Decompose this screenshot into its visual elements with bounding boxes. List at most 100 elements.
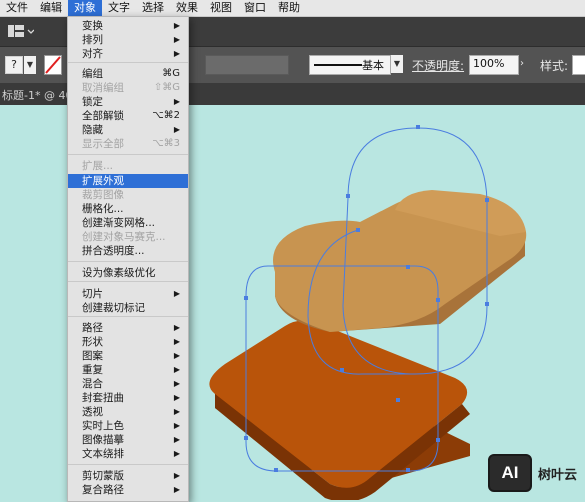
menu-window[interactable]: 窗口 [238,0,272,16]
menu-item-label: 隐藏 [82,124,103,136]
menu-item-repeat[interactable]: 重复 ▶ [68,363,188,377]
submenu-arrow-icon: ▶ [173,21,180,30]
menu-item-unlock-all[interactable]: 全部解锁 ⌥⌘2 [68,109,188,123]
menu-separator [68,261,188,262]
menu-item-create-gradient-mesh[interactable]: 创建渐变网格... [68,216,188,230]
style-label: 样式: [540,59,569,73]
menu-item-clipping-mask[interactable]: 剪切蒙版 ▶ [68,469,188,483]
menu-item-label: 锁定 [82,96,103,108]
menu-item-arrange[interactable]: 排列 ▶ [68,33,188,47]
submenu-arrow-icon: ▶ [173,379,180,388]
submenu-arrow-icon: ▶ [173,485,180,494]
menu-item-align[interactable]: 对齐 ▶ [68,47,188,61]
menu-select[interactable]: 选择 [136,0,170,16]
menu-separator [68,281,188,282]
menu-item-label: 扩展外观 [82,175,124,187]
menu-item-create-trim-marks[interactable]: 创建裁切标记 [68,301,188,315]
menu-item-rasterize[interactable]: 栅格化... [68,202,188,216]
menu-item-slice[interactable]: 切片 ▶ [68,287,188,301]
submenu-arrow-icon: ▶ [173,35,180,44]
menu-item-shortcut: ⌘G [162,68,180,79]
menu-item-shortcut: ⇧⌘G [153,82,180,93]
menu-item-hide[interactable]: 隐藏 ▶ [68,123,188,137]
submenu-arrow-icon: ▶ [173,337,180,346]
menu-type[interactable]: 文字 [102,0,136,16]
menu-item-label: 排列 [82,34,103,46]
menu-item-label: 全部解锁 [82,110,124,122]
menu-item-expand-appearance[interactable]: 扩展外观 [68,174,188,188]
submenu-arrow-icon: ▶ [173,323,180,332]
style-swatch[interactable] [572,55,585,75]
ai-logo-icon: AI [487,454,532,492]
workspace-switcher-icon[interactable] [8,25,35,37]
menu-item-path[interactable]: 路径 ▶ [68,321,188,335]
menu-item-label: 创建对象马赛克... [82,231,166,243]
orange-base-slab [209,320,470,500]
menu-item-label: 图像描摹 [82,434,124,446]
watermark: AI 树叶云 [487,454,577,492]
menu-item-envelope-distort[interactable]: 封套扭曲 ▶ [68,391,188,405]
stroke-none-swatch-icon[interactable] [44,55,62,75]
menu-item-label: 剪切蒙版 [82,470,124,482]
menu-separator [68,62,188,63]
submenu-arrow-icon: ▶ [173,351,180,360]
menu-bar: 文件 编辑 对象 文字 选择 效果 视图 窗口 帮助 [0,0,585,17]
menu-item-label: 栅格化... [82,203,124,215]
menu-item-label: 路径 [82,322,103,334]
submenu-arrow-icon: ▶ [173,393,180,402]
question-icon[interactable]: ? [5,56,23,74]
menu-item-flatten-transparency[interactable]: 拼合透明度... [68,244,188,258]
stroke-weight-field[interactable] [205,55,289,75]
menu-object[interactable]: 对象 [68,0,102,16]
submenu-arrow-icon: ▶ [173,365,180,374]
menu-item-label: 图案 [82,350,103,362]
menu-item-lock[interactable]: 锁定 ▶ [68,95,188,109]
stroke-profile-dropdown[interactable]: 基本 [309,55,391,75]
menu-item-label: 混合 [82,378,103,390]
menu-item-label: 变换 [82,20,103,32]
menu-item-transform[interactable]: 变换 ▶ [68,19,188,33]
menu-view[interactable]: 视图 [204,0,238,16]
menu-item-text-wrap[interactable]: 文本绕排 ▶ [68,447,188,461]
menu-item-image-trace[interactable]: 图像描摹 ▶ [68,433,188,447]
menu-item-label: 扩展... [82,160,114,172]
menu-item-label: 复合路径 [82,484,124,496]
submenu-arrow-icon: ▶ [173,97,180,106]
submenu-arrow-icon: ▶ [173,471,180,480]
menu-item-label: 编组 [82,68,103,80]
opacity-input[interactable]: 100% [469,55,519,75]
menu-item-label: 设为像素级优化 [82,267,156,279]
menu-item-label: 显示全部 [82,138,124,150]
menu-item-label: 形状 [82,336,103,348]
menu-item-label: 创建裁切标记 [82,302,145,314]
bread-shape [273,190,527,332]
menu-item-make-pixel-perfect[interactable]: 设为像素级优化 [68,266,188,280]
menu-item-live-paint[interactable]: 实时上色 ▶ [68,419,188,433]
menu-item-blend[interactable]: 混合 ▶ [68,377,188,391]
submenu-arrow-icon: ▶ [173,125,180,134]
style-basic-label: 基本 [362,59,384,72]
menu-item-label: 透视 [82,406,103,418]
chevron-down-icon[interactable]: ▼ [24,56,36,74]
opacity-value: 100% [473,57,505,70]
watermark-site-name: 树叶云 [537,467,577,483]
menu-item-create-object-mosaic: 创建对象马赛克... [68,230,188,244]
menu-edit[interactable]: 编辑 [34,0,68,16]
menu-item-label: 取消编组 [82,82,124,94]
chevron-right-icon[interactable]: › [520,56,530,72]
menu-item-shape[interactable]: 形状 ▶ [68,335,188,349]
submenu-arrow-icon: ▶ [173,421,180,430]
menu-file[interactable]: 文件 [0,0,34,16]
menu-separator [68,464,188,465]
object-menu-dropdown: 变换 ▶ 排列 ▶ 对齐 ▶ 编组 ⌘G 取消编组 ⇧⌘G 锁定 ▶ 全部解锁 ⌥⌘2 隐藏 ▶ 显示全部 ⌥⌘3… [67,16,189,502]
chevron-down-icon[interactable]: ▼ [391,55,403,73]
menu-effect[interactable]: 效果 [170,0,204,16]
menu-item-shortcut: ⌥⌘2 [152,110,180,121]
menu-item-crop-image: 裁剪图像 [68,188,188,202]
menu-item-pattern[interactable]: 图案 ▶ [68,349,188,363]
menu-item-label: 对齐 [82,48,103,60]
menu-item-perspective[interactable]: 透视 ▶ [68,405,188,419]
menu-item-compound-path[interactable]: 复合路径 ▶ [68,483,188,497]
menu-help[interactable]: 帮助 [272,0,306,16]
menu-item-group[interactable]: 编组 ⌘G [68,67,188,81]
